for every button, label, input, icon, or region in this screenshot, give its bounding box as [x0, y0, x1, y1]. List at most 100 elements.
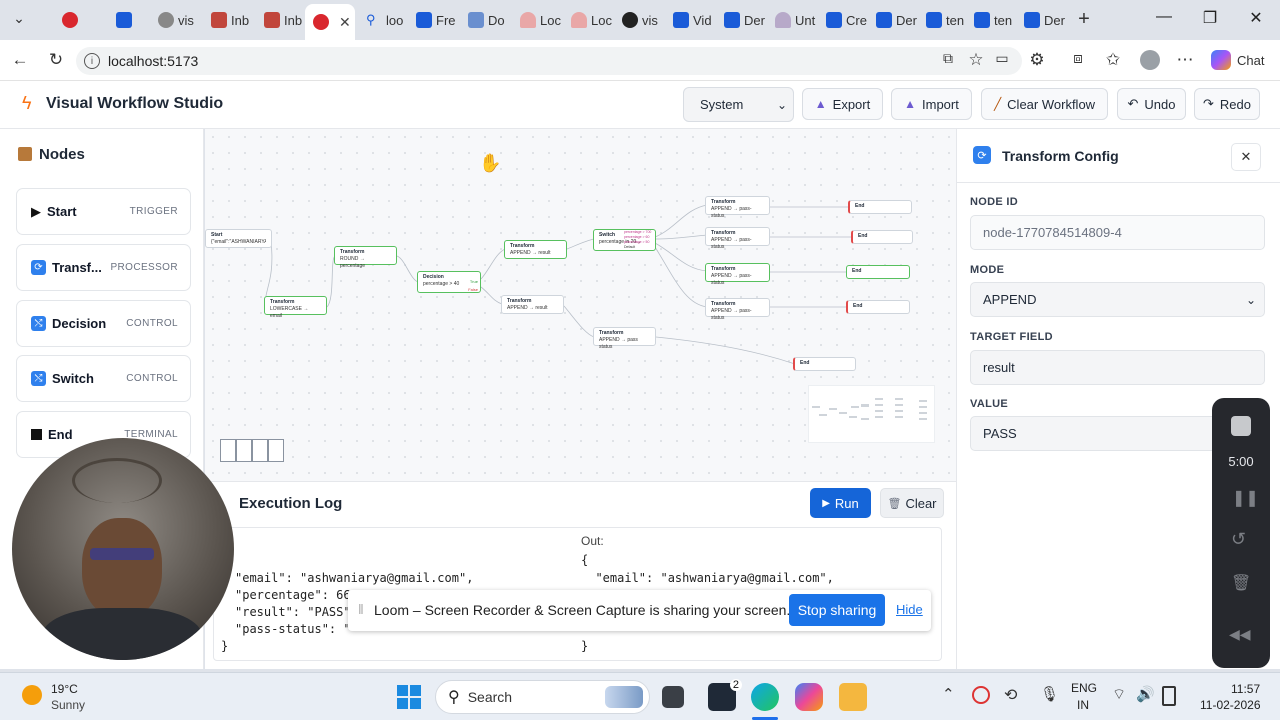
flow-node-transform[interactable]: Transform ROUND → percentage — [334, 246, 397, 269]
flow-node-end[interactable]: End — [846, 300, 910, 314]
flow-node-transform[interactable]: Transform APPEND → result — [504, 240, 567, 259]
star-icon[interactable]: ☆ — [965, 50, 987, 70]
theme-mode-select[interactable]: System ⌄ — [683, 87, 794, 122]
flow-node-transform[interactable]: Transform APPEND → pass-status — [705, 263, 770, 286]
sync-tray-icon[interactable]: ⟲ — [1004, 685, 1017, 705]
trash-icon[interactable]: 🗑 — [1231, 573, 1251, 593]
mode-select[interactable]: APPEND ⌄ — [970, 282, 1265, 317]
flow-node-transform[interactable]: Transform APPEND → pass status — [593, 327, 656, 350]
clock-time[interactable]: 11:57 — [1231, 682, 1260, 696]
tab-item-active[interactable]: ✕ — [305, 4, 355, 40]
minimize-icon[interactable]: — — [1141, 8, 1187, 26]
sidebar-item-switch[interactable]: ⤭ Switch CONTROL — [16, 355, 191, 402]
recording-tray-icon[interactable] — [972, 686, 990, 704]
flow-node-end[interactable]: End — [851, 230, 913, 244]
workflow-canvas[interactable]: Start{"email":"ASHWANIARYA@... Transform… — [205, 129, 956, 481]
tab-item[interactable]: Der — [868, 6, 920, 34]
zoom-in-button[interactable] — [220, 439, 236, 462]
battery-icon[interactable] — [1162, 686, 1176, 706]
back-arrow-icon[interactable]: ← — [9, 50, 31, 70]
microphone-icon[interactable]: 🎙 — [1040, 685, 1059, 703]
flow-node-switch[interactable]: Switch percentage in 20... percentage > 7… — [593, 229, 656, 251]
task-view-icon[interactable] — [662, 686, 684, 708]
volume-icon[interactable]: 🔊 — [1136, 685, 1155, 703]
tab-item[interactable] — [108, 6, 152, 34]
tab-item[interactable]: Cre — [818, 6, 870, 34]
sidebar-item-decision[interactable]: ⤭ Decision CONTROL — [16, 300, 191, 347]
minimap[interactable] — [808, 385, 935, 443]
edge-browser-icon[interactable] — [751, 683, 779, 711]
close-tab-icon[interactable]: ✕ — [339, 14, 351, 31]
webcam-bubble[interactable] — [12, 438, 234, 660]
tab-list-chevron-icon[interactable]: ⌄ — [8, 10, 30, 30]
tab-item[interactable]: Fre — [408, 6, 460, 34]
tab-item[interactable]: Unt — [767, 6, 819, 34]
language-code[interactable]: ENG — [1071, 681, 1097, 695]
sidebar-item-transform[interactable]: ⟳ Transf... PROCESSOR — [16, 244, 191, 291]
tab-item[interactable]: Inb — [203, 6, 255, 34]
collapse-icon[interactable]: ◀◀ — [1229, 626, 1253, 642]
fit-view-button[interactable] — [252, 439, 268, 462]
tab-item[interactable]: Der — [1016, 6, 1068, 34]
flow-node-decision[interactable]: Decision percentage > 40 True False — [417, 271, 481, 293]
stop-recording-icon[interactable] — [1231, 416, 1251, 436]
tab-item[interactable]: Inb — [256, 6, 306, 34]
copilot-app-icon[interactable] — [795, 683, 823, 711]
target-field-input[interactable]: result — [970, 350, 1265, 385]
export-button[interactable]: ▲ Export — [802, 88, 883, 120]
wifi-icon[interactable]: ⌔ — [1112, 685, 1126, 704]
flow-node-transform[interactable]: Transform APPEND → pass-status — [705, 227, 770, 250]
flow-node-transform[interactable]: Transform LOWERCASE → email — [264, 296, 327, 319]
terminal-app-icon[interactable]: 2 — [708, 679, 742, 711]
flow-node-end[interactable]: End — [846, 265, 910, 279]
run-button[interactable]: ▶ Run — [810, 488, 871, 518]
redo-button[interactable]: ↷ Redo — [1194, 88, 1260, 120]
tab-item[interactable]: Loc — [563, 6, 615, 34]
sidebar-item-start[interactable]: ▶ Start TRIGGER — [16, 188, 191, 235]
more-menu-icon[interactable]: ⋯ — [1174, 50, 1196, 70]
tab-item[interactable]: vis — [150, 6, 202, 34]
import-button[interactable]: ▲ Import — [891, 88, 972, 120]
tab-item[interactable] — [54, 6, 98, 34]
new-tab-plus-icon[interactable]: + — [1072, 8, 1096, 31]
flow-node-end[interactable]: End — [793, 357, 856, 371]
flow-node-transform[interactable]: Transform APPEND → pass-status — [705, 196, 770, 219]
windows-start-icon[interactable] — [397, 685, 421, 709]
chevron-up-icon[interactable]: ⌃ — [942, 685, 955, 703]
tab-item[interactable]: ⚲ loo — [358, 6, 408, 34]
restart-icon[interactable]: ↺ — [1231, 529, 1251, 549]
zoom-out-button[interactable] — [236, 439, 252, 462]
camera-icon[interactable]: ▭ — [991, 50, 1013, 67]
close-icon[interactable]: ✕ — [1231, 143, 1261, 171]
extensions-icon[interactable]: ⚙ — [1026, 50, 1048, 70]
translate-icon[interactable]: ⧉ — [937, 50, 959, 67]
profile-avatar[interactable] — [1140, 50, 1160, 70]
restore-icon[interactable]: ❐ — [1187, 8, 1233, 28]
pause-icon[interactable]: ❚❚ — [1232, 488, 1259, 507]
region-code[interactable]: IN — [1077, 698, 1089, 712]
info-icon[interactable]: i — [84, 53, 100, 69]
favorites-icon[interactable]: ✩ — [1102, 50, 1124, 70]
tab-item[interactable]: ten — [918, 6, 966, 34]
hide-link[interactable]: Hide — [896, 602, 923, 617]
stop-sharing-button[interactable]: Stop sharing — [789, 594, 885, 626]
flow-node-transform[interactable]: Transform APPEND → pass-status — [705, 298, 770, 321]
clear-workflow-button[interactable]: ╱ Clear Workflow — [981, 88, 1108, 120]
drag-handle-icon[interactable]: ‖ — [358, 601, 364, 617]
copilot-chat-button[interactable]: Chat — [1203, 45, 1273, 75]
lock-button[interactable] — [268, 439, 284, 462]
tab-item[interactable]: ten — [966, 6, 1014, 34]
flow-node-end[interactable]: End — [848, 200, 912, 214]
tab-item[interactable]: Do — [460, 6, 512, 34]
undo-button[interactable]: ↶ Undo — [1117, 88, 1186, 120]
flow-node-start[interactable]: Start{"email":"ASHWANIARYA@... — [205, 229, 272, 248]
file-explorer-icon[interactable] — [839, 683, 867, 711]
tab-item[interactable]: Vid — [665, 6, 717, 34]
reload-icon[interactable]: ↻ — [45, 50, 67, 70]
clock-date[interactable]: 11-02-2026 — [1200, 698, 1261, 712]
tab-item[interactable]: Loc — [512, 6, 564, 34]
tab-item[interactable]: Der — [716, 6, 768, 34]
url-input[interactable]: i localhost:5173 — [76, 47, 1022, 75]
flow-node-transform[interactable]: Transform APPEND → result — [501, 295, 564, 314]
close-window-icon[interactable]: ✕ — [1233, 8, 1279, 28]
